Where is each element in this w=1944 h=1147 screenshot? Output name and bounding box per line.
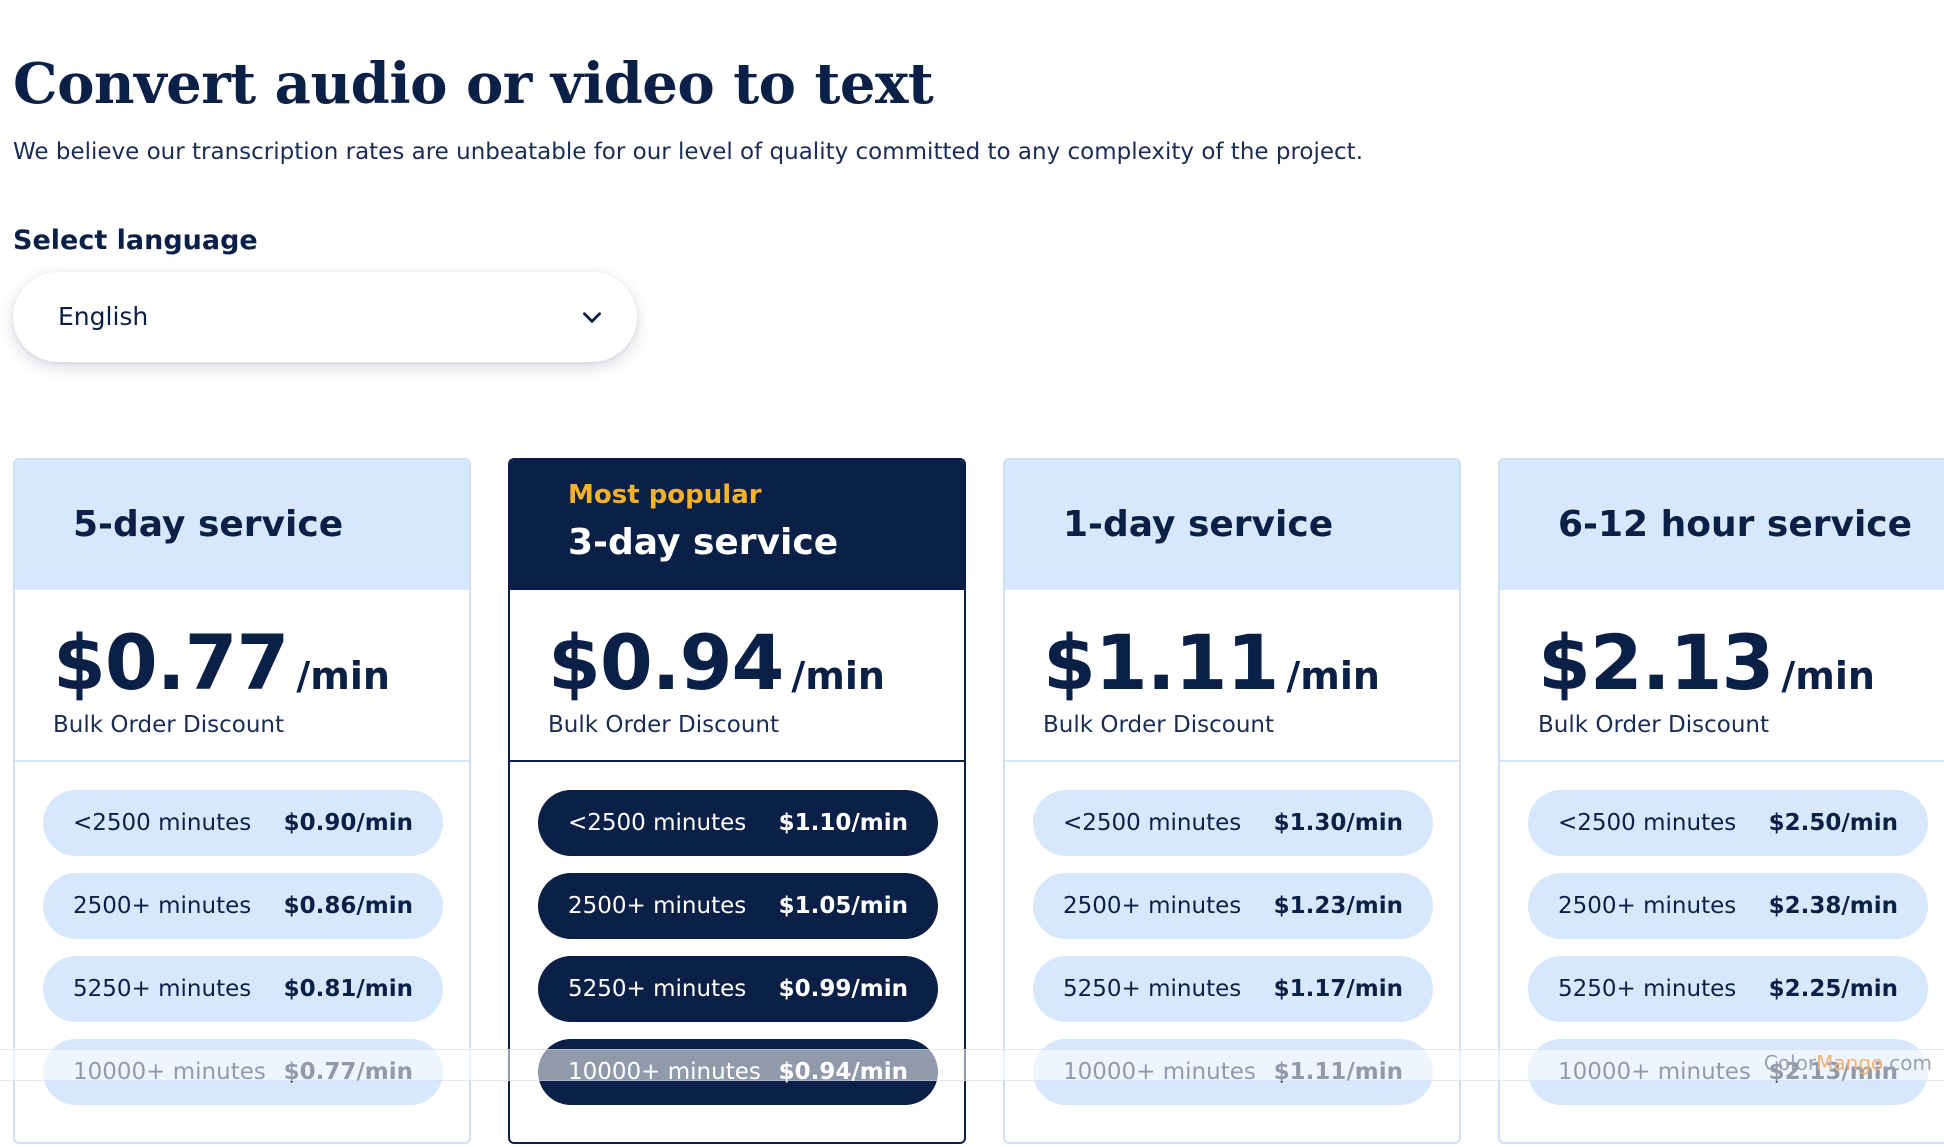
plan-price-block: $0.94/min Bulk Order Discount bbox=[510, 590, 964, 762]
plan-price: $0.77/min bbox=[53, 618, 390, 707]
plan-price-unit: /min bbox=[296, 654, 390, 698]
discount-tier: <2500 minutes $1.10/min bbox=[538, 790, 938, 856]
tier-price: $0.94/min bbox=[778, 1059, 908, 1085]
plan-card-5-day: 5-day service $0.77/min Bulk Order Disco… bbox=[13, 458, 471, 1144]
plan-price-unit: /min bbox=[791, 654, 885, 698]
discount-tier: 2500+ minutes $1.05/min bbox=[538, 873, 938, 939]
plan-price-block: $2.13/min Bulk Order Discount bbox=[1500, 590, 1944, 762]
tier-label: 2500+ minutes bbox=[568, 893, 747, 919]
discount-tier: 5250+ minutes $1.17/min bbox=[1033, 956, 1433, 1022]
tier-label: 2500+ minutes bbox=[1558, 893, 1737, 919]
tier-price: $0.81/min bbox=[283, 976, 413, 1002]
chevron-down-icon bbox=[583, 312, 601, 323]
watermark-suffix: .com bbox=[1882, 1051, 1932, 1075]
discount-tier: <2500 minutes $1.30/min bbox=[1033, 790, 1433, 856]
plan-price: $0.94/min bbox=[548, 618, 885, 707]
tier-price: $0.86/min bbox=[283, 893, 413, 919]
plan-title: 3-day service bbox=[568, 522, 839, 563]
plan-title: 5-day service bbox=[73, 504, 344, 545]
discount-tier: 2500+ minutes $1.23/min bbox=[1033, 873, 1433, 939]
tier-label: 10000+ minutes bbox=[73, 1059, 266, 1085]
tier-label: <2500 minutes bbox=[568, 810, 747, 836]
discount-tier: 2500+ minutes $0.86/min bbox=[43, 873, 443, 939]
tier-label: <2500 minutes bbox=[1063, 810, 1242, 836]
tier-price: $1.11/min bbox=[1273, 1059, 1403, 1085]
plan-card-header: 1-day service bbox=[1005, 460, 1459, 590]
plan-price: $2.13/min bbox=[1538, 618, 1875, 707]
discount-tier: 5250+ minutes $2.25/min bbox=[1528, 956, 1928, 1022]
tier-price: $1.17/min bbox=[1273, 976, 1403, 1002]
tier-label: 5250+ minutes bbox=[568, 976, 747, 1002]
plan-price-unit: /min bbox=[1286, 654, 1380, 698]
plan-price-amount: $0.77 bbox=[53, 618, 289, 707]
tier-label: <2500 minutes bbox=[73, 810, 252, 836]
tier-price: $1.10/min bbox=[778, 810, 908, 836]
discount-tier: <2500 minutes $2.50/min bbox=[1528, 790, 1928, 856]
tier-price: $1.23/min bbox=[1273, 893, 1403, 919]
tier-label: 10000+ minutes bbox=[1558, 1059, 1751, 1085]
tier-price: $1.05/min bbox=[778, 893, 908, 919]
tier-label: 5250+ minutes bbox=[1063, 976, 1242, 1002]
plan-price-amount: $2.13 bbox=[1538, 618, 1774, 707]
tier-price: $0.99/min bbox=[778, 976, 908, 1002]
most-popular-badge: Most popular bbox=[568, 480, 762, 510]
bulk-order-discount-label: Bulk Order Discount bbox=[53, 712, 285, 738]
page-title: Convert audio or video to text bbox=[13, 51, 934, 117]
tier-label: 2500+ minutes bbox=[73, 893, 252, 919]
plan-title: 1-day service bbox=[1063, 504, 1334, 545]
tier-label: 10000+ minutes bbox=[568, 1059, 761, 1085]
discount-tier: 10000+ minutes $0.77/min bbox=[43, 1039, 443, 1105]
discount-tier: <2500 minutes $0.90/min bbox=[43, 790, 443, 856]
plan-price-amount: $1.11 bbox=[1043, 618, 1279, 707]
tier-label: <2500 minutes bbox=[1558, 810, 1737, 836]
language-label: Select language bbox=[13, 225, 258, 256]
discount-tier: 10000+ minutes $1.11/min bbox=[1033, 1039, 1433, 1105]
tier-price: $2.38/min bbox=[1768, 893, 1898, 919]
tier-label: 10000+ minutes bbox=[1063, 1059, 1256, 1085]
bulk-order-discount-label: Bulk Order Discount bbox=[1538, 712, 1770, 738]
plan-title: 6-12 hour service bbox=[1558, 504, 1913, 545]
watermark-prefix: Color bbox=[1763, 1051, 1817, 1075]
plan-card-3-day: Most popular 3-day service $0.94/min Bul… bbox=[508, 458, 966, 1144]
bulk-order-discount-label: Bulk Order Discount bbox=[548, 712, 780, 738]
tier-label: 5250+ minutes bbox=[73, 976, 252, 1002]
tier-price: $0.90/min bbox=[283, 810, 413, 836]
plan-card-header: 5-day service bbox=[15, 460, 469, 590]
plan-card-6-12-hour: 6-12 hour service $2.13/min Bulk Order D… bbox=[1498, 458, 1944, 1144]
discount-tier: 5250+ minutes $0.99/min bbox=[538, 956, 938, 1022]
tier-label: 2500+ minutes bbox=[1063, 893, 1242, 919]
tier-price: $1.30/min bbox=[1273, 810, 1403, 836]
discount-tier: 10000+ minutes $0.94/min bbox=[538, 1039, 938, 1105]
tier-price: $0.77/min bbox=[283, 1059, 413, 1085]
plan-price: $1.11/min bbox=[1043, 618, 1380, 707]
discount-tier: 2500+ minutes $2.38/min bbox=[1528, 873, 1928, 939]
plan-price-block: $0.77/min Bulk Order Discount bbox=[15, 590, 469, 762]
plan-card-header: 6-12 hour service bbox=[1500, 460, 1944, 590]
tier-label: 5250+ minutes bbox=[1558, 976, 1737, 1002]
page-subtitle: We believe our transcription rates are u… bbox=[13, 139, 1364, 165]
language-select-value: English bbox=[58, 302, 149, 331]
watermark: ColorMango.com bbox=[1764, 1051, 1932, 1075]
plan-price-amount: $0.94 bbox=[548, 618, 784, 707]
tier-price: $2.50/min bbox=[1768, 810, 1898, 836]
plan-price-block: $1.11/min Bulk Order Discount bbox=[1005, 590, 1459, 762]
plan-price-unit: /min bbox=[1781, 654, 1875, 698]
bulk-order-discount-label: Bulk Order Discount bbox=[1043, 712, 1275, 738]
plan-card-header: Most popular 3-day service bbox=[510, 460, 964, 590]
language-select[interactable]: English bbox=[13, 272, 637, 362]
plan-card-1-day: 1-day service $1.11/min Bulk Order Disco… bbox=[1003, 458, 1461, 1144]
discount-tier: 5250+ minutes $0.81/min bbox=[43, 956, 443, 1022]
tier-price: $2.25/min bbox=[1768, 976, 1898, 1002]
watermark-middle: Mango bbox=[1816, 1051, 1883, 1075]
